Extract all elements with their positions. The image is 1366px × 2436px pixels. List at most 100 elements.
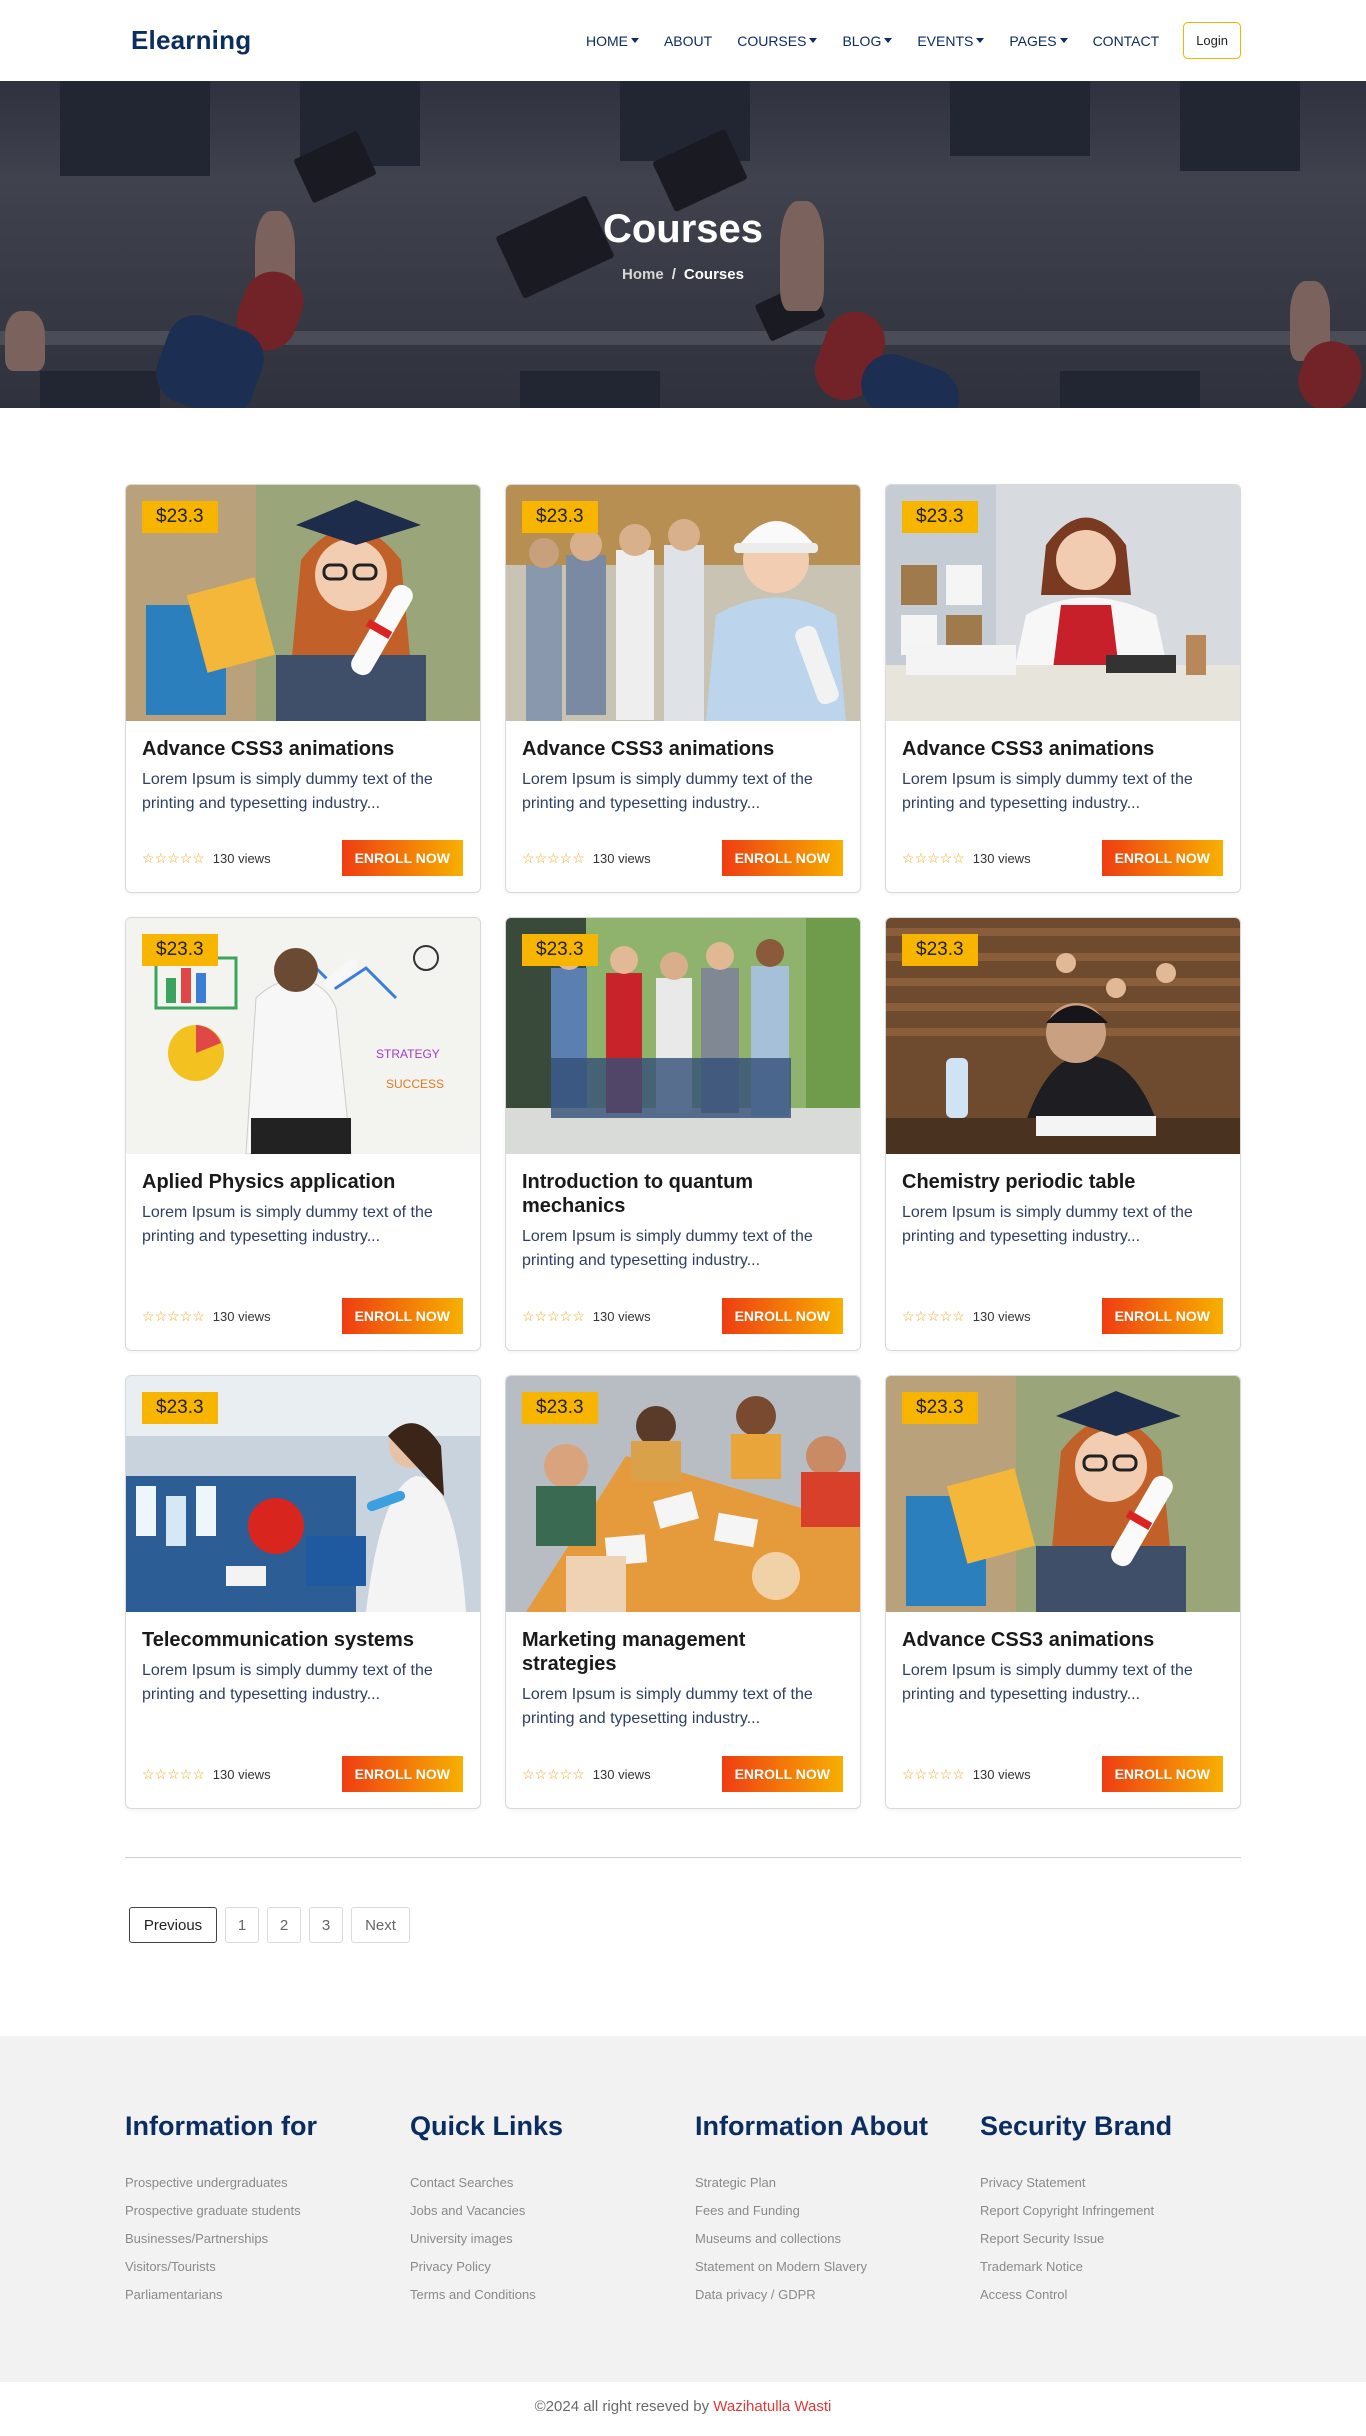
star-rating-icon: ☆☆☆☆☆ (522, 1765, 585, 1782)
course-description: Lorem Ipsum is simply dummy text of the … (142, 771, 433, 812)
course-card-body: Marketing management strategies Lorem Ip… (506, 1612, 860, 1808)
footer-link[interactable]: Privacy Policy (410, 2253, 563, 2281)
footer-link[interactable]: Privacy Statement (980, 2169, 1172, 2197)
course-description: Lorem Ipsum is simply dummy text of the … (142, 1204, 433, 1245)
footer-link[interactable]: Visitors/Tourists (125, 2253, 317, 2281)
nav-home[interactable]: HOME (586, 33, 639, 49)
course-rating: ☆☆☆☆☆ 130 views (522, 850, 651, 867)
page-1-button[interactable]: 1 (225, 1907, 259, 1943)
footer-link[interactable]: Access Control (980, 2281, 1172, 2309)
pagination: Previous 1 2 3 Next (129, 1907, 418, 1943)
caret-down-icon (1059, 38, 1068, 43)
enroll-now-button[interactable]: ENROLL NOW (1101, 1298, 1223, 1334)
enroll-now-button[interactable]: ENROLL NOW (1101, 840, 1223, 876)
brand-logo[interactable]: Elearning (131, 25, 251, 56)
course-card: $23.3 Advance CSS3 animations Lorem Ipsu… (505, 484, 861, 893)
footer-link[interactable]: Terms and Conditions (410, 2281, 563, 2309)
nav-events-label: EVENTS (917, 32, 974, 49)
course-card-body: Advance CSS3 animations Lorem Ipsum is s… (126, 721, 480, 892)
course-image[interactable]: STRATEGY SUCCESS $23.3 (126, 918, 480, 1154)
footer-link[interactable]: Report Security Issue (980, 2225, 1172, 2253)
course-card-body: Advance CSS3 animations Lorem Ipsum is s… (886, 721, 1240, 892)
course-rating: ☆☆☆☆☆ 130 views (142, 850, 271, 867)
course-title[interactable]: Advance CSS3 animations (902, 1628, 1223, 1652)
page-2-button[interactable]: 2 (267, 1907, 301, 1943)
footer-link[interactable]: Prospective graduate students (125, 2197, 317, 2225)
course-title[interactable]: Advance CSS3 animations (902, 737, 1223, 761)
course-card-footer: ☆☆☆☆☆ 130 views ENROLL NOW (142, 820, 463, 876)
footer-link[interactable]: Strategic Plan (695, 2169, 928, 2197)
nav-contact[interactable]: CONTACT (1093, 33, 1160, 49)
footer-heading: Quick Links (410, 2111, 564, 2141)
nav-pages[interactable]: PAGES (1009, 33, 1068, 49)
course-description: Lorem Ipsum is simply dummy text of the … (902, 771, 1193, 812)
login-button[interactable]: Login (1183, 22, 1241, 59)
footer-link[interactable]: Report Copyright Infringement (980, 2197, 1172, 2225)
course-card-footer: ☆☆☆☆☆ 130 views ENROLL NOW (522, 1278, 843, 1334)
course-title[interactable]: Marketing management strategies (522, 1628, 843, 1676)
footer-link[interactable]: Contact Searches (410, 2169, 563, 2197)
footer-link[interactable]: Museums and collections (695, 2225, 928, 2253)
view-count: 130 views (592, 1766, 651, 1782)
footer-link[interactable]: Trademark Notice (980, 2253, 1172, 2281)
footer-link[interactable]: University images (410, 2225, 563, 2253)
nav-events[interactable]: EVENTS (917, 32, 985, 49)
breadcrumb: Home / Courses (0, 266, 1366, 283)
course-card-wrapper: $23.3 Advance CSS3 animations Lorem Ipsu… (885, 484, 1241, 893)
nav-contact-label: CONTACT (1092, 32, 1160, 49)
course-image[interactable]: $23.3 (126, 485, 480, 721)
course-title[interactable]: Aplied Physics application (142, 1170, 463, 1194)
enroll-now-button[interactable]: ENROLL NOW (341, 1298, 463, 1334)
enroll-now-button[interactable]: ENROLL NOW (341, 840, 463, 876)
footer-link[interactable]: Jobs and Vacancies (410, 2197, 563, 2225)
course-card-wrapper: $23.3 Advance CSS3 animations Lorem Ipsu… (885, 1375, 1241, 1809)
course-card: STRATEGY SUCCESS $23.3 Aplied Physics app… (125, 917, 481, 1351)
footer-link[interactable]: Businesses/Partnerships (125, 2225, 317, 2253)
course-image[interactable]: $23.3 (126, 1376, 480, 1612)
enroll-now-button[interactable]: ENROLL NOW (721, 1756, 843, 1792)
footer-link[interactable]: Prospective undergraduates (125, 2169, 317, 2197)
course-image[interactable]: $23.3 (886, 485, 1240, 721)
course-card-wrapper: $23.3 Advance CSS3 animations Lorem Ipsu… (505, 484, 861, 893)
course-title[interactable]: Advance CSS3 animations (522, 737, 843, 761)
course-image[interactable]: $23.3 (506, 1376, 860, 1612)
breadcrumb-home-link[interactable]: Home (622, 266, 664, 283)
course-title[interactable]: Chemistry periodic table (902, 1170, 1223, 1194)
price-badge: $23.3 (522, 501, 598, 533)
footer-link[interactable]: Data privacy / GDPR (695, 2281, 928, 2309)
course-card-footer: ☆☆☆☆☆ 130 views ENROLL NOW (522, 820, 843, 876)
author-link[interactable]: Wazihatulla Wasti (713, 2398, 831, 2415)
section-divider (125, 1857, 1241, 1858)
previous-page-button[interactable]: Previous (129, 1907, 217, 1943)
price-badge: $23.3 (902, 934, 978, 966)
course-card: $23.3 Advance CSS3 animations Lorem Ipsu… (885, 484, 1241, 893)
footer-link[interactable]: Statement on Modern Slavery (695, 2253, 928, 2281)
nav-courses[interactable]: COURSES (737, 33, 818, 49)
next-page-button[interactable]: Next (351, 1907, 410, 1943)
footer-link[interactable]: Parliamentarians (125, 2281, 317, 2309)
enroll-now-button[interactable]: ENROLL NOW (721, 1298, 843, 1334)
course-card: $23.3 Advance CSS3 animations Lorem Ipsu… (125, 484, 481, 893)
footer-heading: Information for (125, 2111, 317, 2141)
footer-link[interactable]: Fees and Funding (695, 2197, 928, 2225)
enroll-now-button[interactable]: ENROLL NOW (341, 1756, 463, 1792)
course-image[interactable]: $23.3 (886, 918, 1240, 1154)
view-count: 130 views (972, 850, 1031, 866)
course-image[interactable]: $23.3 (506, 918, 860, 1154)
nav-blog-label: BLOG (842, 32, 882, 49)
course-card-footer: ☆☆☆☆☆ 130 views ENROLL NOW (902, 1736, 1223, 1792)
nav-about[interactable]: ABOUT (664, 33, 712, 49)
hero-content: Courses Home / Courses (0, 207, 1366, 283)
price-badge: $23.3 (142, 934, 218, 966)
course-image[interactable]: $23.3 (886, 1376, 1240, 1612)
course-title[interactable]: Advance CSS3 animations (142, 737, 463, 761)
caret-down-icon (976, 38, 985, 43)
course-image[interactable]: $23.3 (506, 485, 860, 721)
course-title[interactable]: Introduction to quantum mechanics (522, 1170, 843, 1218)
price-badge: $23.3 (902, 501, 978, 533)
course-title[interactable]: Telecommunication systems (142, 1628, 463, 1652)
page-3-button[interactable]: 3 (309, 1907, 343, 1943)
enroll-now-button[interactable]: ENROLL NOW (1101, 1756, 1223, 1792)
enroll-now-button[interactable]: ENROLL NOW (721, 840, 843, 876)
nav-blog[interactable]: BLOG (842, 32, 893, 49)
